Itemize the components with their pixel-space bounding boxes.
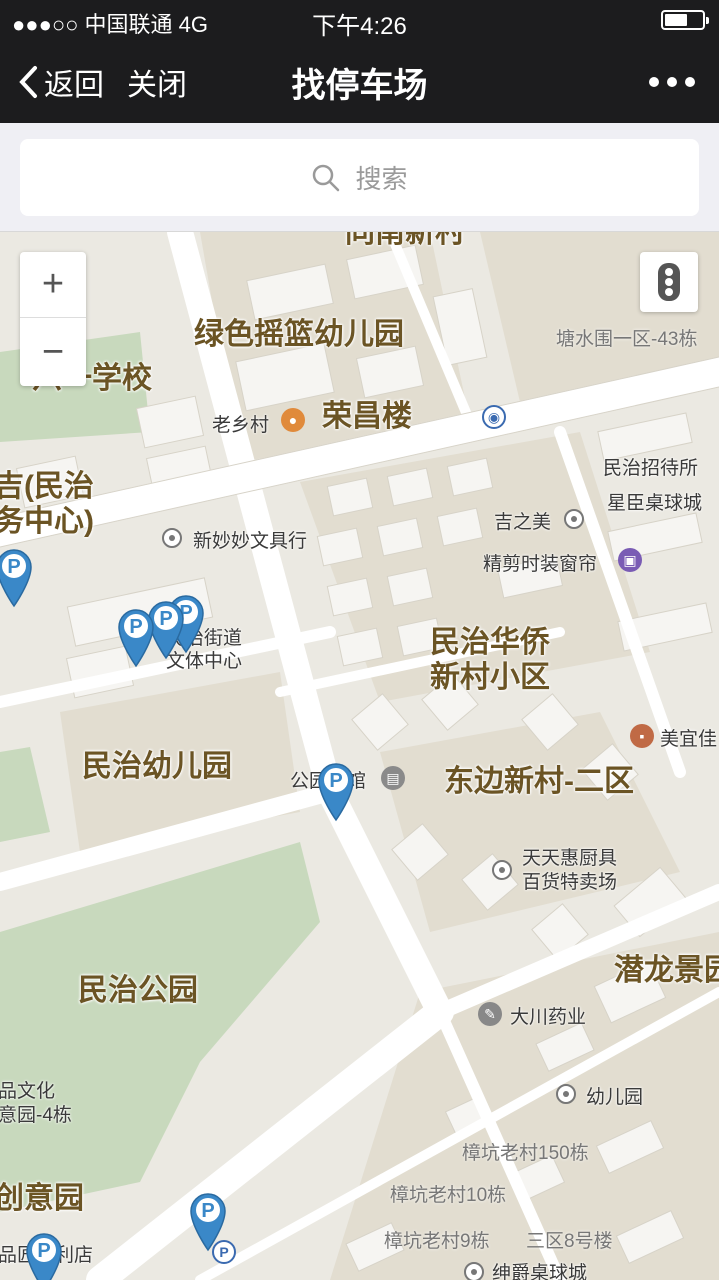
map-label: 美宜佳	[660, 729, 718, 750]
map-view[interactable]: 同南新村 塘水围一区-43栋 绿色摇篮幼儿园 六一学校 老乡村 ● 荣昌楼 ◉ …	[0, 232, 719, 1280]
parking-pin-label: P	[201, 1200, 214, 1222]
map-label: 樟坑老村150栋	[462, 1143, 589, 1164]
poi-marker[interactable]	[492, 860, 512, 880]
map-label: 同南新村	[345, 232, 465, 249]
map-label: 新妙妙文具行	[193, 531, 308, 552]
map-label: 星臣桌球城	[607, 493, 703, 514]
more-dot-icon	[685, 77, 695, 87]
map-label: 天天惠厨具 百货特卖场	[522, 848, 618, 893]
map-label: 绿色摇篮幼儿园	[194, 318, 404, 351]
zoom-control: + −	[20, 252, 86, 386]
store-icon[interactable]: ▪	[630, 724, 654, 748]
zoom-out-button[interactable]: −	[20, 319, 86, 385]
shopping-icon[interactable]: ▣	[618, 548, 642, 572]
map-label: 东边新村-二区	[444, 765, 634, 798]
close-button[interactable]: 关闭	[127, 60, 187, 104]
more-dot-icon	[649, 77, 659, 87]
map-label: 精剪时装窗帘	[483, 554, 598, 575]
map-label: 创意园	[0, 1182, 84, 1215]
more-dot-icon	[667, 77, 677, 87]
parking-pin-label: P	[37, 1240, 50, 1262]
parking-pin-label: P	[7, 556, 20, 578]
parking-pin-label: P	[129, 616, 142, 638]
map-label: 吉(民治 务中心)	[0, 470, 94, 538]
nav-bar: 返回 关闭 找停车场	[0, 40, 719, 123]
chevron-left-icon	[19, 66, 37, 98]
parking-pin-icon[interactable]: P	[0, 546, 34, 608]
parking-pin-label: P	[159, 608, 172, 630]
status-bar: ●●●○○ 中国联通 4G 下午4:26	[0, 0, 719, 40]
poi-marker[interactable]	[162, 528, 182, 548]
status-time: 下午4:26	[312, 13, 407, 40]
back-button[interactable]: 返回	[18, 60, 104, 104]
poi-marker[interactable]	[464, 1262, 484, 1280]
map-label: 民治华侨 新村小区	[430, 626, 550, 694]
search-placeholder: 搜索	[355, 164, 408, 194]
map-label: 幼儿园	[586, 1087, 644, 1108]
map-label: 民治公园	[78, 974, 198, 1007]
restaurant-icon[interactable]: ●	[281, 408, 305, 432]
map-label: 老乡村	[212, 415, 270, 436]
map-label: 吉之美	[494, 512, 552, 533]
search-icon	[313, 164, 340, 191]
parking-pin-label: P	[329, 770, 342, 792]
traffic-toggle-button[interactable]	[640, 252, 698, 312]
parking-pin-icon[interactable]: P	[116, 606, 156, 668]
parking-pin-icon[interactable]: P	[316, 760, 356, 822]
parking-pin-icon[interactable]: P	[188, 1190, 228, 1252]
parking-pin-icon[interactable]: P	[24, 1230, 64, 1280]
map-label: 塘水围一区-43栋	[556, 329, 698, 350]
map-label: 樟坑老村9栋	[384, 1231, 490, 1252]
map-label: 樟坑老村10栋	[390, 1185, 507, 1206]
hotel-icon[interactable]: ▤	[381, 766, 405, 790]
metro-icon[interactable]: ◉	[482, 405, 506, 429]
map-label: 潜龙景园	[614, 954, 719, 987]
more-menu-button[interactable]	[649, 70, 695, 94]
page-title: 找停车场	[291, 67, 428, 105]
pharmacy-icon[interactable]: ✎	[478, 1002, 502, 1026]
traffic-light-icon	[658, 263, 680, 301]
map-label: 民治招待所	[603, 458, 699, 479]
map-label: 大川药业	[510, 1007, 587, 1028]
search-bar: 搜索	[0, 123, 719, 232]
map-label: 三区8号楼	[526, 1231, 613, 1252]
map-label: 荣昌楼	[322, 400, 412, 433]
poi-marker[interactable]	[556, 1084, 576, 1104]
search-input[interactable]: 搜索	[20, 139, 699, 216]
map-label: 品文化 意园-4栋	[0, 1081, 72, 1126]
poi-marker[interactable]	[564, 509, 584, 529]
map-label: 民治幼儿园	[82, 750, 232, 783]
map-label: 绅爵桌球城	[492, 1263, 588, 1280]
battery-icon	[661, 10, 709, 30]
zoom-in-button[interactable]: +	[20, 252, 86, 318]
back-label: 返回	[44, 69, 104, 102]
